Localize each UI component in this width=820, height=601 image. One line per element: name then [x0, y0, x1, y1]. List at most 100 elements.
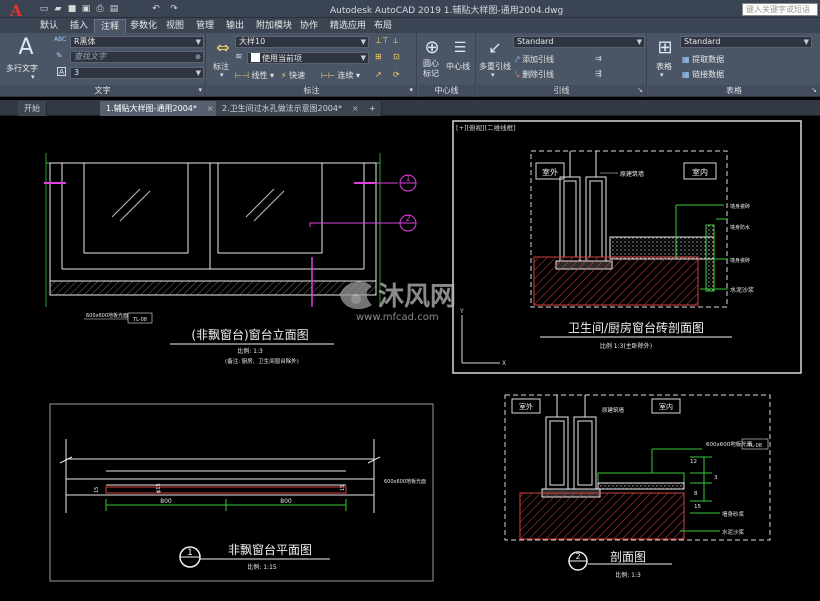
- dim-15: 15: [694, 504, 701, 510]
- text-height-icon: A: [57, 67, 66, 76]
- extract-data-label: 提取数据: [692, 55, 725, 64]
- remove-leader-button[interactable]: ⤥ 删除引线: [515, 69, 554, 80]
- redo-icon[interactable]: ↷: [168, 3, 180, 15]
- text-panel-label[interactable]: 文字 ▾: [0, 85, 205, 96]
- close-icon[interactable]: ×: [352, 104, 359, 113]
- leader-style-select[interactable]: Standard ▼: [513, 36, 645, 48]
- window-frame-inner: [563, 180, 577, 258]
- dim-adjust-icon[interactable]: ⊡: [393, 52, 400, 61]
- save-as-icon[interactable]: ▣: [80, 3, 92, 15]
- close-icon[interactable]: ×: [207, 104, 214, 113]
- extract-data-button[interactable]: ▦ 提取数据: [682, 54, 724, 65]
- centerline-panel-title: 中心线: [434, 86, 459, 95]
- chevron-down-icon[interactable]: ▾: [491, 71, 495, 79]
- doc-tab-label: 2.卫生间过水孔做法示意图2004*: [222, 104, 342, 113]
- window-frame-inner: [549, 420, 565, 486]
- search-icon[interactable]: ⊚: [195, 52, 201, 62]
- tab-annotate[interactable]: 注释: [94, 19, 127, 33]
- drawing-canvas[interactable]: 1 2 600x600地板光面 TL-08 (非飘窗台)窗台立面图 比例: 1:…: [0, 117, 820, 601]
- viewport-section-a[interactable]: [+][俯视][二维线框] 室外 室内 原建筑墙 墙身瓷砖 墙身防水 墙身瓷砖 …: [452, 120, 802, 374]
- plan-drawing[interactable]: 800 800 15 ϕ15 15 600x600地板光面 1 非飘窗台平面图 …: [49, 403, 434, 582]
- sill-outline: [105, 486, 347, 494]
- quick-dim-button[interactable]: ⚡ 快速: [281, 70, 305, 81]
- text-height-select[interactable]: 3 ▼: [70, 67, 204, 79]
- elevation-drawing[interactable]: 1 2 600x600地板光面 TL-08 (非飘窗台)窗台立面图 比例: 1:…: [44, 153, 417, 365]
- dim-left: 15: [94, 487, 100, 493]
- center-mark-label[interactable]: 圆心 标记: [423, 59, 439, 79]
- application-menu-button[interactable]: A: [2, 0, 30, 20]
- section-b-drawing[interactable]: 室外 室内 原建筑墙 600x600地板光面 TL-08 12 3 8 15 墙…: [504, 394, 771, 579]
- note-3: 墙身瓷砖: [730, 257, 750, 264]
- table-panel-label[interactable]: 表格 ↘: [648, 85, 820, 96]
- linear-dim-button[interactable]: ⊢⊣ 线性 ▾: [235, 70, 274, 81]
- spellcheck-icon[interactable]: ABC: [54, 36, 66, 43]
- tab-manage[interactable]: 管理: [190, 19, 220, 33]
- tab-addins[interactable]: 附加模块: [250, 19, 298, 33]
- dim-break-icon[interactable]: ⟂: [393, 36, 398, 46]
- dimstyle-select[interactable]: 大样10 ▼: [235, 36, 369, 48]
- dim-tool-icon[interactable]: ⊥⊤: [375, 36, 389, 45]
- drawing-svg[interactable]: 1 2 600x600地板光面 TL-08 (非飘窗台)窗台立面图 比例: 1:…: [0, 117, 820, 601]
- dimension-panel-label[interactable]: 标注 ▾: [207, 85, 416, 96]
- centerline-label[interactable]: 中心线: [446, 61, 470, 72]
- save-icon[interactable]: ■: [66, 3, 78, 15]
- leader-panel-label[interactable]: 引线 ↘: [477, 85, 646, 96]
- text-panel: A 多行文字 ▾ ABC R黑体 ▼ ✎ 查找文字 ⊚ A 3 ▼ 文字 ▾: [0, 33, 206, 97]
- chevron-down-icon[interactable]: ▾: [31, 73, 35, 81]
- doc-tab-drawing-2[interactable]: 2.卫生间过水孔做法示意图2004* ×: [216, 101, 366, 116]
- open-file-icon[interactable]: ▰: [52, 3, 64, 15]
- plot-icon[interactable]: ⎙: [94, 3, 106, 15]
- dim-layer-value: 使用当前项: [262, 54, 302, 63]
- dimension-icon[interactable]: ⇔: [211, 37, 235, 59]
- tab-featured-apps[interactable]: 精选应用: [324, 19, 372, 33]
- chevron-down-icon: ▼: [803, 38, 809, 46]
- link-data-button[interactable]: ▦ 链接数据: [682, 69, 724, 80]
- add-leader-button[interactable]: ⤤ 添加引线: [515, 54, 554, 65]
- chevron-down-icon: ▼: [636, 38, 642, 46]
- chevron-down-icon[interactable]: ▾: [660, 71, 664, 79]
- table-label[interactable]: 表格: [656, 61, 672, 72]
- dim-oblique-icon[interactable]: ↗: [375, 70, 382, 79]
- wall-label: 原建筑墙: [602, 406, 625, 414]
- glass-reflection: [111, 188, 141, 218]
- tab-output[interactable]: 输出: [220, 19, 250, 33]
- add-leader-label: 添加引线: [522, 55, 555, 64]
- undo-icon[interactable]: ↶: [150, 3, 162, 15]
- multileader-label[interactable]: 多重引线: [479, 61, 511, 72]
- multiline-text-icon[interactable]: A: [6, 35, 46, 61]
- doc-tab-start[interactable]: 开始: [18, 101, 47, 116]
- tab-default[interactable]: 默认: [34, 19, 64, 33]
- table-icon[interactable]: ⊞: [654, 37, 676, 59]
- search-input[interactable]: 键入关键字或短语: [742, 3, 818, 16]
- text-style-select[interactable]: R黑体 ▼: [70, 36, 204, 48]
- window-frame-inner: [589, 180, 603, 258]
- table-style-select[interactable]: Standard ▼: [680, 36, 812, 48]
- multileader-icon[interactable]: ↙: [483, 37, 507, 59]
- dim-layer-select[interactable]: 使用当前项 ▼: [247, 52, 369, 64]
- dim-update-icon[interactable]: ⟳: [393, 70, 400, 79]
- section-marker-2-text: 2: [405, 214, 410, 223]
- material-tag-text: TL-08: [747, 443, 762, 449]
- find-text-placeholder: 查找文字: [74, 52, 106, 61]
- tab-insert[interactable]: 插入: [64, 19, 94, 33]
- chevron-down-icon[interactable]: ▾: [220, 71, 224, 79]
- collect-leader-icon[interactable]: ⇶: [595, 69, 602, 78]
- find-text-input[interactable]: 查找文字 ⊚: [70, 51, 204, 63]
- new-tab-button[interactable]: +: [364, 101, 382, 116]
- tab-parametric[interactable]: 参数化: [124, 19, 163, 33]
- tab-layout[interactable]: 布局: [368, 19, 398, 33]
- tab-collaborate[interactable]: 协作: [294, 19, 324, 33]
- new-file-icon[interactable]: ▭: [38, 3, 50, 15]
- centerline-icon[interactable]: ☰: [448, 37, 472, 59]
- panel-expand-icon: ↘: [811, 86, 817, 94]
- glass-reflection: [253, 190, 285, 222]
- continue-label: 连续: [337, 71, 354, 80]
- print-icon[interactable]: ▤: [108, 3, 120, 15]
- doc-tab-drawing-1[interactable]: 1.辅贴大样图-通用2004* ×: [100, 101, 221, 116]
- align-leader-icon[interactable]: ⇉: [595, 54, 602, 63]
- viewport-controls[interactable]: [+][俯视][二维线框]: [456, 123, 516, 132]
- continue-dim-button[interactable]: ⊢⊢ 连续 ▾: [321, 70, 360, 81]
- tab-view[interactable]: 视图: [160, 19, 190, 33]
- dim-space-icon[interactable]: ⊞: [375, 52, 382, 61]
- center-mark-icon[interactable]: ⊕: [421, 37, 443, 59]
